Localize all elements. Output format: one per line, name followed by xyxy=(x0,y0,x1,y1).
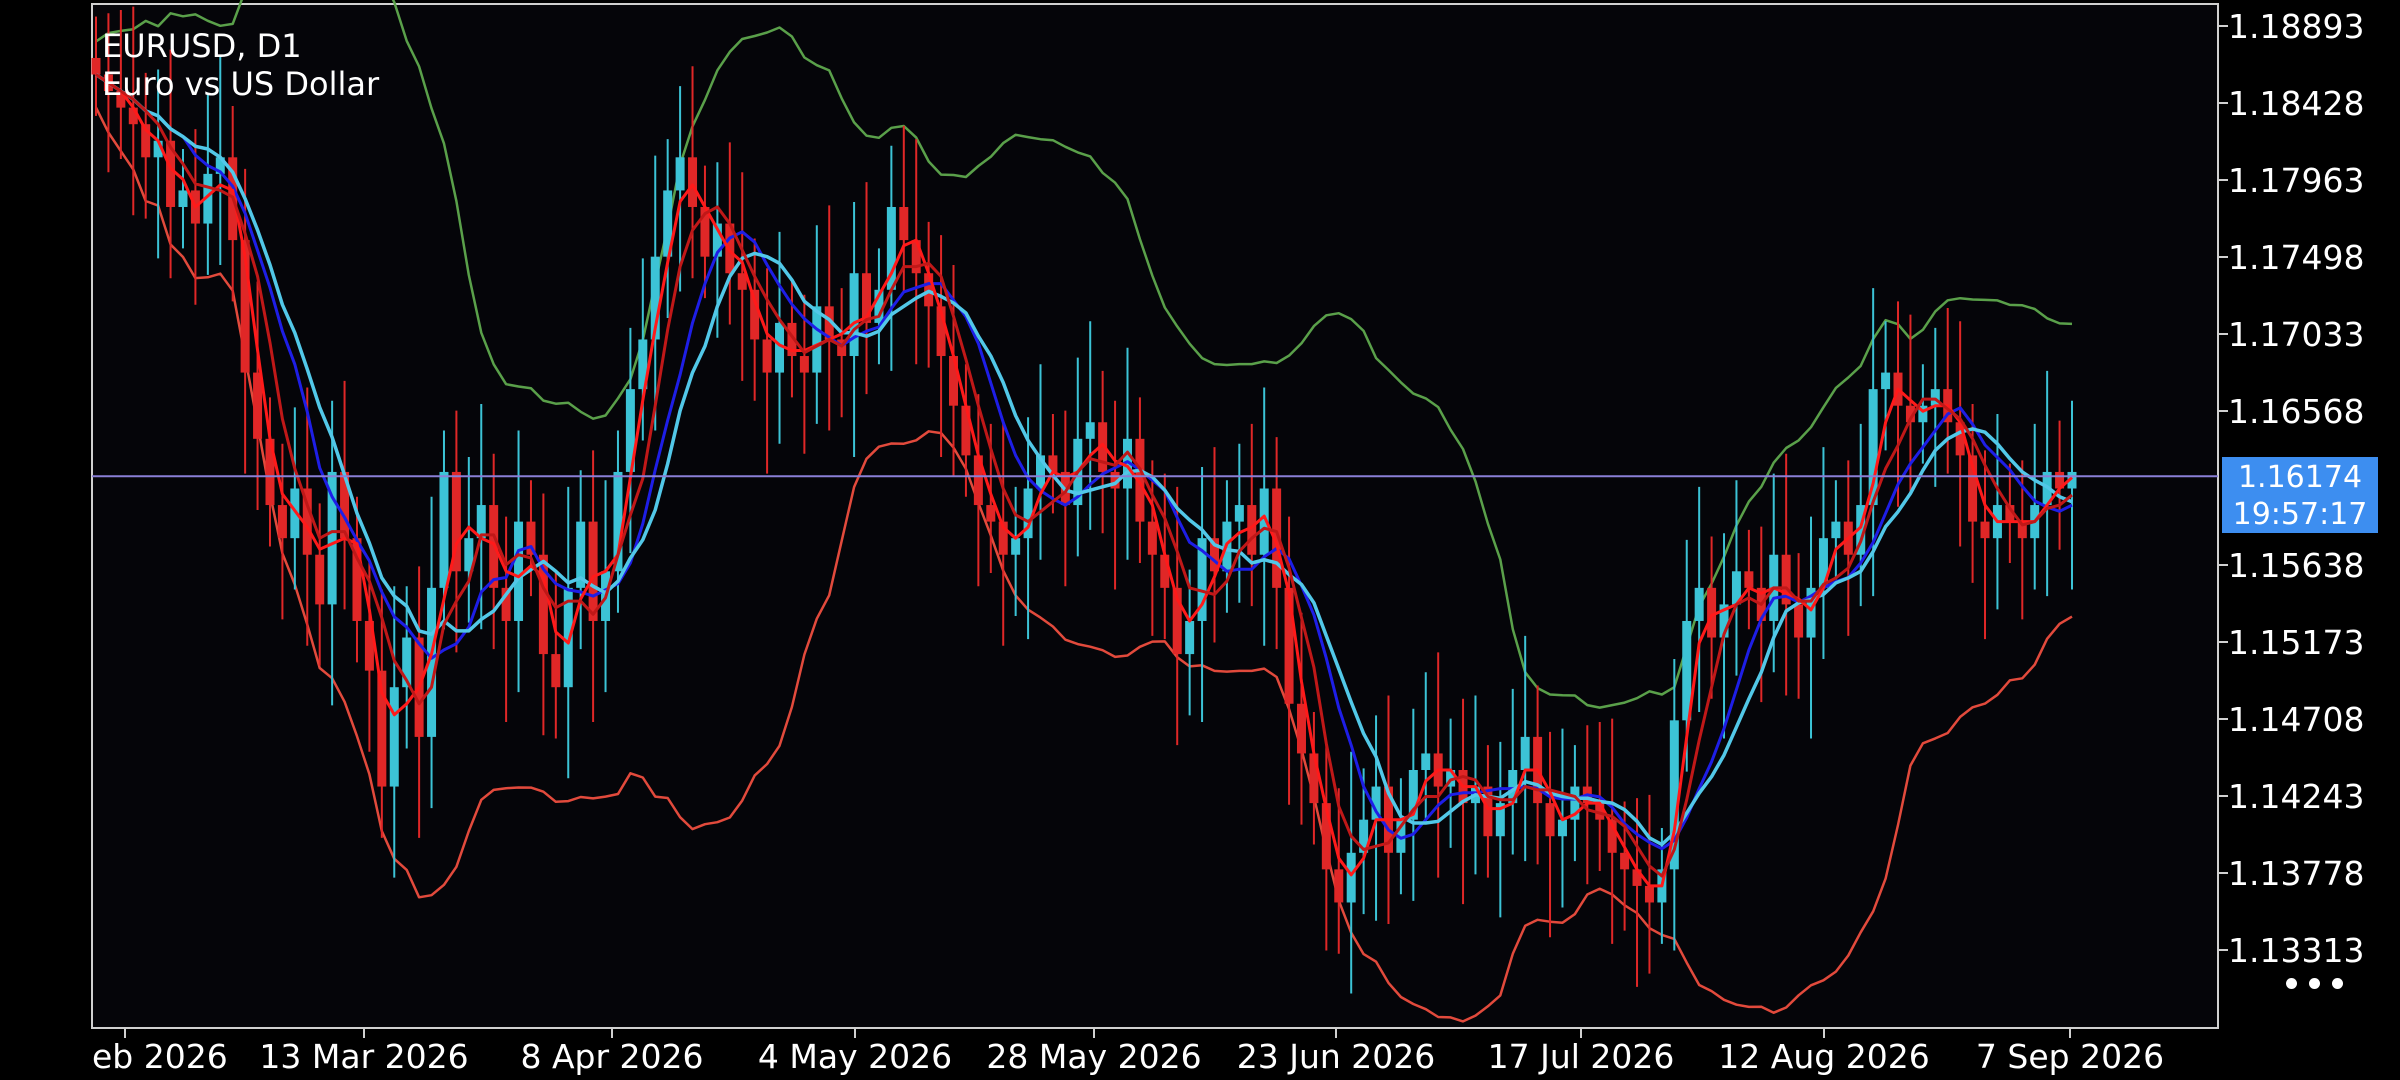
candle-body xyxy=(1296,703,1306,754)
x-tick-label: 28 May 2026 xyxy=(986,1037,1201,1076)
chart-description: Euro vs US Dollar xyxy=(102,65,380,103)
x-tick-label: 7 Sep 2026 xyxy=(1976,1037,2164,1076)
candle-body xyxy=(1557,819,1567,837)
x-tick-label: 23 Jun 2026 xyxy=(1237,1037,1436,1076)
price-chart[interactable]: 1.18893 1.18428 1.17963 1.17498 1.17033 1.165… xyxy=(0,0,2400,1080)
candle-body xyxy=(688,157,698,207)
candle-body xyxy=(1011,538,1021,555)
y-tick-label: 1.18893 xyxy=(2228,7,2364,46)
candle-body xyxy=(1346,852,1356,903)
y-tick-label: 1.17033 xyxy=(2228,315,2364,354)
x-tick-label: 17 Jul 2026 xyxy=(1488,1037,1675,1076)
y-tick-label: 1.17498 xyxy=(2228,238,2364,277)
y-tick-label: 1.15638 xyxy=(2228,546,2364,585)
candle-body xyxy=(1147,521,1157,555)
candle-body xyxy=(1980,521,1990,539)
candle-body xyxy=(986,505,996,522)
candle-body xyxy=(799,356,809,373)
chart-symbol: EURUSD, D1 xyxy=(102,27,302,65)
candle-body xyxy=(315,554,325,605)
candle-body xyxy=(178,190,188,207)
x-tick-label: eb 2026 xyxy=(92,1037,228,1076)
candle-body xyxy=(551,654,561,688)
candle-body xyxy=(1085,422,1095,439)
candle-body xyxy=(1794,604,1804,638)
candle-body xyxy=(812,306,822,373)
x-tick-label: 8 Apr 2026 xyxy=(520,1037,703,1076)
time-axis[interactable]: eb 2026 13 Mar 2026 8 Apr 2026 4 May 2026 28… xyxy=(92,1028,2164,1076)
candle-body xyxy=(476,505,486,539)
candle-body xyxy=(1644,885,1654,903)
y-tick-label: 1.13778 xyxy=(2228,854,2364,893)
candle-body xyxy=(439,471,449,588)
candle-body xyxy=(277,505,287,539)
y-tick-label: 1.16568 xyxy=(2228,392,2364,431)
candle-body xyxy=(389,687,399,787)
y-tick-label: 1.17963 xyxy=(2228,161,2364,200)
candle-body xyxy=(1185,620,1195,655)
current-price-badge: 1.16174 19:57:17 xyxy=(2222,457,2378,533)
y-tick-label: 1.14708 xyxy=(2228,700,2364,739)
candle-body xyxy=(1831,521,1841,539)
candle-body xyxy=(1545,803,1555,837)
candle-body xyxy=(849,273,859,357)
candle-body xyxy=(1744,571,1754,588)
candle-body xyxy=(1234,505,1244,522)
candle-body xyxy=(1520,736,1530,771)
x-tick-label: 12 Aug 2026 xyxy=(1718,1037,1929,1076)
candle-body xyxy=(1694,587,1704,621)
y-tick-label: 1.18428 xyxy=(2228,84,2364,123)
y-tick-label: 1.13313 xyxy=(2228,931,2364,970)
candle-body xyxy=(1421,753,1431,771)
y-tick-label: 1.15173 xyxy=(2228,623,2364,662)
candle-body xyxy=(762,339,772,373)
candle-body xyxy=(899,206,909,241)
candle-body xyxy=(91,57,101,75)
bar-countdown-label: 19:57:17 xyxy=(2232,497,2368,532)
x-tick-label: 13 Mar 2026 xyxy=(259,1037,468,1076)
x-tick-label: 4 May 2026 xyxy=(758,1037,952,1076)
y-tick-label: 1.14243 xyxy=(2228,777,2364,816)
more-options-icon[interactable] xyxy=(2280,968,2350,998)
candle-body xyxy=(514,521,524,621)
candle-body xyxy=(588,521,598,621)
candle-body xyxy=(1881,372,1891,390)
candle-body xyxy=(1334,869,1344,903)
candle-body xyxy=(675,157,685,191)
current-price-label: 1.16174 xyxy=(2237,460,2363,495)
